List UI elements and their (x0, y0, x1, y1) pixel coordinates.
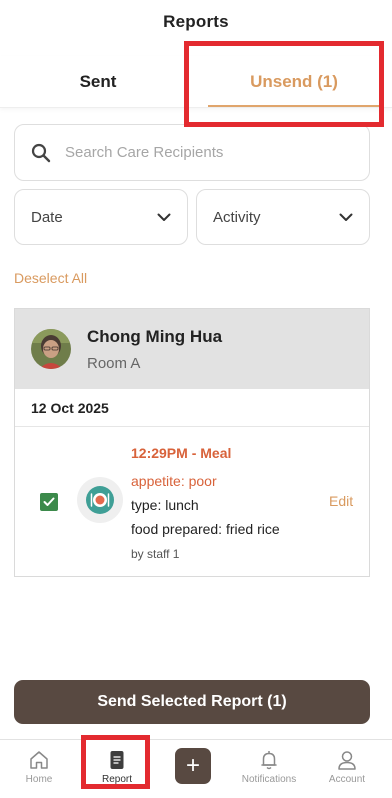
nav-home[interactable]: Home (0, 740, 78, 798)
entry-type: type: lunch (131, 497, 199, 513)
recipient-name: Chong Ming Hua (87, 326, 223, 346)
search-box[interactable] (14, 124, 370, 181)
entry-time-activity: 12:29PM - Meal (131, 445, 232, 461)
highlight-unsend-tab (184, 41, 384, 127)
search-input[interactable] (65, 144, 345, 161)
recipient-room: Room A (87, 354, 141, 372)
entry-appetite: appetite: poor (131, 473, 217, 489)
activity-filter-dropdown[interactable]: Activity (196, 189, 370, 245)
search-icon (31, 143, 51, 162)
person-icon (338, 751, 356, 770)
nav-account[interactable]: Account (308, 740, 386, 798)
report-entry: 12:29PM - Meal appetite: poor type: lunc… (15, 427, 369, 577)
edit-entry-link[interactable]: Edit (329, 493, 353, 509)
home-icon (30, 751, 48, 769)
date-filter-label: Date (31, 208, 63, 226)
bottom-nav: Home Report + Notifications Account (0, 739, 392, 798)
add-icon: + (185, 752, 200, 779)
recipient-info: Chong Ming Hua Room A (87, 327, 222, 372)
tab-sent[interactable]: Sent (0, 56, 196, 107)
add-button[interactable]: + (175, 748, 211, 784)
entry-food: food prepared: fried rice (131, 521, 280, 537)
recipient-report-card: Chong Ming Hua Room A 12 Oct 2025 12:29P… (14, 308, 370, 577)
chevron-down-icon (339, 213, 353, 221)
meal-icon (77, 477, 123, 523)
send-selected-report-button[interactable]: Send Selected Report (1) (14, 680, 370, 724)
entry-date: 12 Oct 2025 (15, 389, 369, 427)
nav-home-label: Home (25, 774, 53, 785)
checkmark-icon (43, 497, 55, 506)
nav-notifications-label: Notifications (241, 774, 297, 785)
activity-filter-label: Activity (213, 208, 261, 226)
recipient-header[interactable]: Chong Ming Hua Room A (15, 309, 369, 389)
highlight-report-nav (81, 735, 150, 789)
entry-staff: by staff 1 (131, 547, 180, 561)
nav-account-label: Account (328, 774, 366, 785)
deselect-all-link[interactable]: Deselect All (14, 270, 87, 286)
page-header: Reports (0, 0, 392, 44)
bell-icon (261, 751, 277, 770)
avatar (31, 329, 71, 369)
date-filter-dropdown[interactable]: Date (14, 189, 188, 245)
nav-notifications[interactable]: Notifications (230, 740, 308, 798)
chevron-down-icon (157, 213, 171, 221)
entry-checkbox[interactable] (40, 493, 58, 511)
page-title: Reports (163, 12, 229, 31)
